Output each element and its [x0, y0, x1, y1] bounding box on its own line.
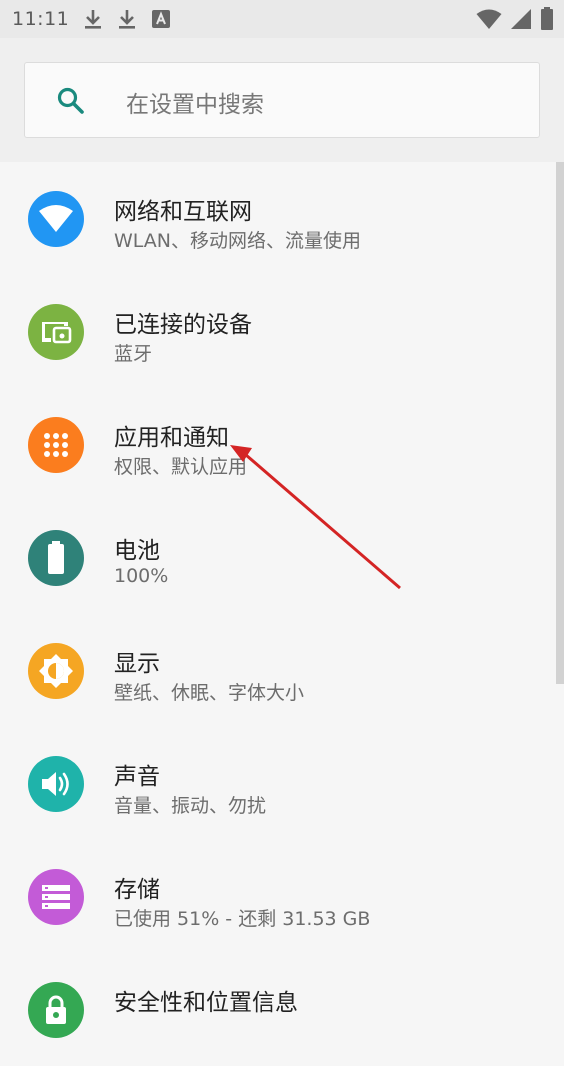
- settings-item-title: 电池: [114, 538, 160, 564]
- keyboard-a-icon: [152, 10, 171, 28]
- settings-item-title: 安全性和位置信息: [114, 990, 298, 1016]
- settings-item-title: 网络和互联网: [114, 199, 252, 225]
- settings-item-apps[interactable]: 应用和通知 权限、默认应用: [0, 388, 556, 501]
- download-icon: [85, 10, 102, 29]
- search-area: 在设置中搜索: [0, 38, 564, 162]
- settings-item-title: 已连接的设备: [114, 312, 252, 338]
- settings-item-subtitle: 壁纸、休眠、字体大小: [114, 682, 305, 704]
- search-input[interactable]: 在设置中搜索: [24, 62, 540, 138]
- scrollbar[interactable]: [556, 162, 564, 684]
- lock-icon: [28, 982, 84, 1038]
- settings-item-subtitle: 音量、振动、勿扰: [114, 795, 267, 817]
- apps-icon: [28, 417, 84, 473]
- wifi-icon: [28, 191, 84, 247]
- battery-icon: [541, 7, 553, 30]
- battery-icon: [28, 530, 84, 586]
- settings-item-display[interactable]: 显示 壁纸、休眠、字体大小: [0, 614, 556, 727]
- settings-item-storage[interactable]: 存储 已使用 51% - 还剩 31.53 GB: [0, 840, 556, 953]
- search-icon: [57, 87, 84, 114]
- settings-item-title: 应用和通知: [114, 425, 229, 451]
- settings-item-connected-devices[interactable]: 已连接的设备 蓝牙: [0, 275, 556, 388]
- settings-item-security[interactable]: 安全性和位置信息: [0, 953, 556, 1066]
- settings-item-title: 声音: [114, 764, 160, 790]
- search-placeholder: 在设置中搜索: [126, 92, 264, 118]
- devices-icon: [28, 304, 84, 360]
- settings-item-battery[interactable]: 电池 100%: [0, 501, 556, 614]
- wifi-icon: [476, 9, 502, 29]
- notification-icons: [83, 8, 171, 30]
- settings-item-subtitle: 权限、默认应用: [114, 456, 248, 478]
- settings-item-subtitle: 已使用 51% - 还剩 31.53 GB: [114, 908, 371, 930]
- settings-item-network[interactable]: 网络和互联网 WLAN、移动网络、流量使用: [0, 162, 556, 275]
- volume-icon: [28, 756, 84, 812]
- storage-icon: [28, 869, 84, 925]
- settings-item-subtitle: 蓝牙: [114, 343, 153, 365]
- settings-list: 网络和互联网 WLAN、移动网络、流量使用 已连接的设备 蓝牙 应用和通知 权限…: [0, 162, 556, 1066]
- status-time: 11:11: [12, 8, 70, 30]
- brightness-icon: [28, 643, 84, 699]
- system-icons: [476, 7, 554, 31]
- settings-item-subtitle: WLAN、移动网络、流量使用: [114, 230, 362, 252]
- settings-item-title: 存储: [114, 877, 160, 903]
- settings-item-sound[interactable]: 声音 音量、振动、勿扰: [0, 727, 556, 840]
- settings-item-title: 显示: [114, 651, 160, 677]
- settings-item-subtitle: 100%: [114, 565, 169, 587]
- download-icon: [119, 10, 136, 29]
- status-bar: 11:11: [0, 0, 564, 38]
- signal-icon: [511, 9, 531, 29]
